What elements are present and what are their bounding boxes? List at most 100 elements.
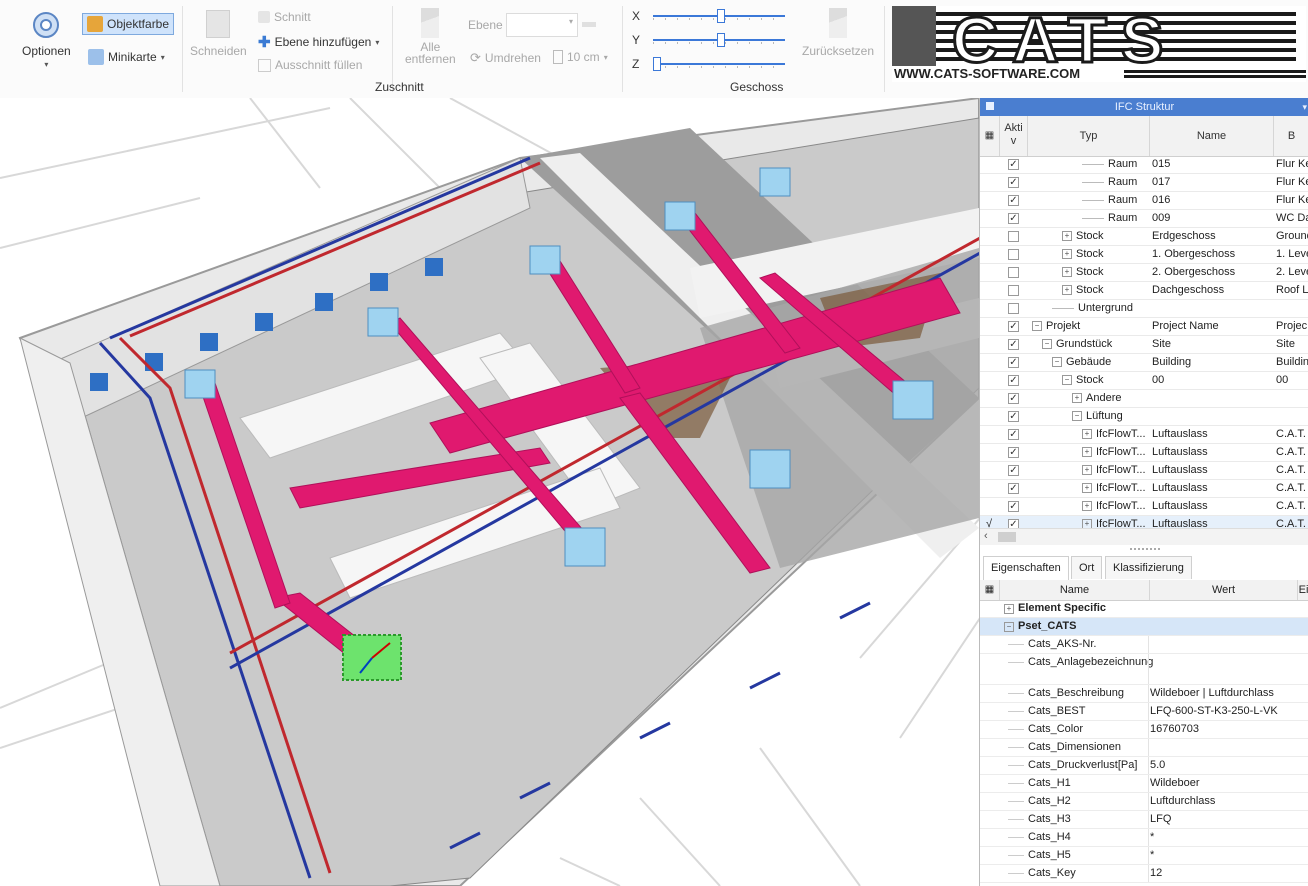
- property-row[interactable]: Cats_H4 *: [980, 829, 1308, 847]
- aktiv-checkbox[interactable]: ✓: [1008, 195, 1019, 206]
- aktiv-checkbox[interactable]: [1008, 285, 1019, 296]
- ifc-tree-row[interactable]: ✓ − Projekt Project Name Projec: [980, 318, 1308, 336]
- expand-icon[interactable]: +: [1082, 465, 1092, 476]
- aktiv-checkbox[interactable]: ✓: [1008, 375, 1019, 386]
- ifc-tree-row[interactable]: Untergrund: [980, 300, 1308, 318]
- zuruecksetzen-button[interactable]: Zurücksetzen: [802, 8, 874, 58]
- column-chooser-icon[interactable]: ▦: [980, 580, 1000, 600]
- property-row[interactable]: Cats_H5 *: [980, 847, 1308, 865]
- aktiv-checkbox[interactable]: ✓: [1008, 483, 1019, 494]
- property-row[interactable]: Cats_H2 Luftdurchlass: [980, 793, 1308, 811]
- aktiv-checkbox[interactable]: ✓: [1008, 159, 1019, 170]
- aktiv-checkbox[interactable]: ✓: [1008, 429, 1019, 440]
- ifc-tree-row[interactable]: ✓ + IfcFlowT... Luftauslass C.A.T.: [980, 498, 1308, 516]
- aktiv-checkbox[interactable]: [1008, 231, 1019, 242]
- collapse-icon[interactable]: −: [1004, 622, 1014, 632]
- expand-icon[interactable]: +: [1062, 267, 1072, 278]
- expand-icon[interactable]: +: [1082, 519, 1092, 528]
- splitter[interactable]: [1130, 548, 1160, 550]
- optionen-button[interactable]: Optionen ▾: [22, 8, 71, 69]
- ifc-tree-row[interactable]: ✓ − Grundstück Site Site: [980, 336, 1308, 354]
- aktiv-checkbox[interactable]: ✓: [1008, 339, 1019, 350]
- col-prop-ei[interactable]: Ei: [1298, 580, 1308, 600]
- property-row[interactable]: Cats_Color 16760703: [980, 721, 1308, 739]
- property-category[interactable]: + Element Specific: [980, 600, 1308, 618]
- collapse-icon[interactable]: −: [1072, 411, 1082, 422]
- property-grid[interactable]: + Element Specific − Pset_CATS Cats_AKS-Nr. C…: [980, 600, 1308, 886]
- column-chooser-icon[interactable]: ▦: [980, 116, 1000, 156]
- aktiv-checkbox[interactable]: ✓: [1008, 213, 1019, 224]
- objektfarbe-button[interactable]: Objektfarbe: [82, 13, 175, 35]
- expand-icon[interactable]: +: [1082, 429, 1092, 440]
- col-b[interactable]: B: [1274, 116, 1308, 156]
- ifc-tree-row[interactable]: ✓ + Andere: [980, 390, 1308, 408]
- property-category[interactable]: − Pset_CATS: [980, 618, 1308, 636]
- ifc-tree-row[interactable]: ✓ − Lüftung: [980, 408, 1308, 426]
- aktiv-checkbox[interactable]: ✓: [1008, 519, 1019, 528]
- ifc-structure-titlebar[interactable]: IFC Struktur ▾: [980, 98, 1308, 116]
- aktiv-checkbox[interactable]: ✓: [1008, 447, 1019, 458]
- ifc-tree-row[interactable]: +StockErdgeschoss Ground: [980, 228, 1308, 246]
- col-prop-wert[interactable]: Wert: [1150, 580, 1298, 600]
- property-row[interactable]: Cats_BEST LFQ-600-ST-K3-250-L-VK: [980, 703, 1308, 721]
- expand-icon[interactable]: +: [1082, 501, 1092, 512]
- aktiv-checkbox[interactable]: ✓: [1008, 357, 1019, 368]
- expand-icon[interactable]: +: [1062, 231, 1072, 242]
- ifc-tree-row[interactable]: +Stock2. Obergeschoss 2. Leve: [980, 264, 1308, 282]
- ausschnitt-fuellen-checkbox[interactable]: Ausschnitt füllen: [258, 58, 362, 72]
- aktiv-checkbox[interactable]: ✓: [1008, 411, 1019, 422]
- aktiv-checkbox[interactable]: ✓: [1008, 501, 1019, 512]
- ebene-dropdown[interactable]: ▾: [506, 13, 578, 37]
- z-slider[interactable]: [653, 57, 785, 71]
- expand-icon[interactable]: +: [1004, 604, 1014, 614]
- property-row[interactable]: Cats_Key 12: [980, 865, 1308, 883]
- aktiv-checkbox[interactable]: [1008, 303, 1019, 314]
- ifc-tree-row[interactable]: + Stock Dachgeschoss Roof L: [980, 282, 1308, 300]
- ifc-tree-row[interactable]: ✓ + IfcFlowT... Luftauslass C.A.T.: [980, 480, 1308, 498]
- step-dropdown[interactable]: 10 cm ▾: [553, 50, 608, 64]
- ebene-hinzufuegen-button[interactable]: ✚ Ebene hinzufügen ▾: [258, 33, 379, 51]
- chevron-left-icon[interactable]: ‹: [984, 530, 988, 542]
- ifc-tree-row[interactable]: ✓ + IfcFlowT... Luftauslass C.A.T.: [980, 426, 1308, 444]
- tab-eigenschaften[interactable]: Eigenschaften: [983, 556, 1069, 580]
- property-row[interactable]: Cats_H3 LFQ: [980, 811, 1308, 829]
- chevron-down-icon[interactable]: ▾: [1302, 98, 1307, 116]
- aktiv-checkbox[interactable]: ✓: [1008, 465, 1019, 476]
- collapse-icon[interactable]: −: [1032, 321, 1042, 332]
- aktiv-checkbox[interactable]: ✓: [1008, 321, 1019, 332]
- ifc-tree-row[interactable]: ✓ − Gebäude Building Buildin: [980, 354, 1308, 372]
- property-row[interactable]: Cats_Anlagebezeichnung: [980, 654, 1308, 685]
- property-row[interactable]: Cats_Beschreibung Wildeboer | Luftdurchla…: [980, 685, 1308, 703]
- aktiv-checkbox[interactable]: ✓: [1008, 393, 1019, 404]
- x-slider[interactable]: [653, 9, 785, 23]
- expand-icon[interactable]: +: [1082, 447, 1092, 458]
- col-aktiv[interactable]: Akti v: [1000, 116, 1028, 156]
- building-model[interactable]: [0, 98, 979, 886]
- ebene-clear-icon[interactable]: [582, 22, 596, 27]
- x-slider-thumb[interactable]: [717, 9, 725, 23]
- ifc-tree-row[interactable]: ✓ − Stock 00 00: [980, 372, 1308, 390]
- 3d-viewport[interactable]: [0, 98, 979, 886]
- minikarte-button[interactable]: Minikarte ▾: [88, 49, 165, 65]
- scrollbar-thumb[interactable]: [998, 532, 1016, 542]
- property-row[interactable]: Cats_AKS-Nr.: [980, 636, 1308, 654]
- collapse-icon[interactable]: −: [1042, 339, 1052, 350]
- umdrehen-button[interactable]: ⟳ Umdrehen: [470, 50, 541, 66]
- expand-icon[interactable]: +: [1082, 483, 1092, 494]
- schnitt-checkbox[interactable]: Schnitt: [258, 10, 311, 24]
- property-row[interactable]: Cats_Dimensionen: [980, 739, 1308, 757]
- tab-klassifizierung[interactable]: Klassifizierung: [1105, 556, 1192, 579]
- col-name[interactable]: Name: [1150, 116, 1274, 156]
- pin-icon[interactable]: [986, 102, 994, 110]
- y-slider-thumb[interactable]: [717, 33, 725, 47]
- ifc-tree-row[interactable]: ✓ + IfcFlowT... Luftauslass C.A.T.: [980, 462, 1308, 480]
- horizontal-scrollbar[interactable]: ‹: [980, 528, 1308, 545]
- collapse-icon[interactable]: −: [1062, 375, 1072, 386]
- alle-entfernen-button[interactable]: Alle entfernen: [405, 8, 456, 66]
- ifc-tree-row[interactable]: ✓ Raum 016 Flur Ke: [980, 192, 1308, 210]
- tab-ort[interactable]: Ort: [1071, 556, 1103, 579]
- ifc-tree[interactable]: ✓ Raum 015 Flur Ke ✓ Raum 017 Flur Ke ✓ Raum 016 Fl…: [980, 156, 1308, 528]
- collapse-icon[interactable]: −: [1052, 357, 1062, 368]
- property-row[interactable]: Cats_H1 Wildeboer: [980, 775, 1308, 793]
- col-typ[interactable]: Typ: [1028, 116, 1150, 156]
